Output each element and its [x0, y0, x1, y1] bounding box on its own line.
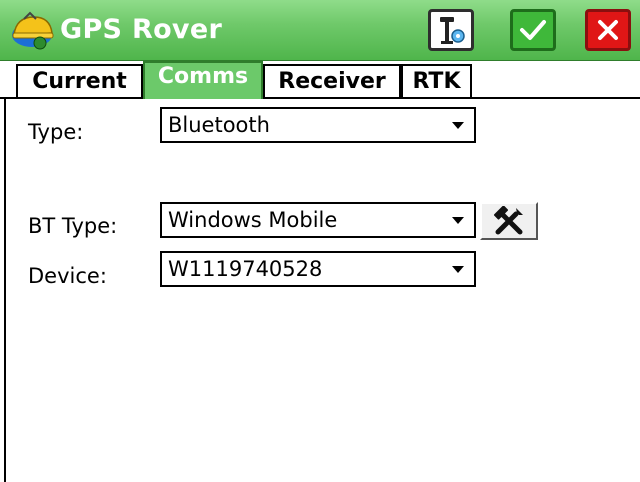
bt-type-value: Windows Mobile — [168, 208, 338, 232]
window-title: GPS Rover — [60, 14, 223, 45]
device-label: Device: — [28, 264, 107, 288]
chevron-down-icon — [452, 122, 464, 129]
tab-baseline — [0, 97, 640, 99]
close-button[interactable] — [585, 9, 631, 51]
accept-button[interactable] — [510, 9, 556, 51]
type-select[interactable]: Bluetooth — [160, 107, 476, 143]
hammer-wrench-icon — [493, 206, 523, 235]
chevron-down-icon — [452, 217, 464, 224]
chevron-down-icon — [452, 266, 464, 273]
checkmark-icon — [520, 20, 546, 40]
type-label: Type: — [28, 120, 84, 144]
title-bar: GPS Rover — [0, 0, 640, 61]
receiver-settings-button[interactable] — [428, 9, 474, 51]
bt-type-label: BT Type: — [28, 214, 118, 238]
tab-strip: Current Comms Receiver RTK — [0, 61, 640, 99]
close-icon — [598, 20, 618, 40]
tab-rtk[interactable]: RTK — [401, 64, 472, 97]
device-value: W1119740528 — [168, 257, 323, 281]
receiver-settings-icon — [440, 17, 465, 44]
type-value: Bluetooth — [168, 113, 270, 137]
tab-current[interactable]: Current — [16, 64, 143, 97]
bt-config-button[interactable] — [480, 202, 538, 240]
hardhat-satellite-icon — [12, 11, 54, 50]
tab-comms[interactable]: Comms — [143, 61, 263, 99]
panel-left-border — [4, 99, 6, 482]
device-select[interactable]: W1119740528 — [160, 251, 476, 287]
bt-type-select[interactable]: Windows Mobile — [160, 202, 476, 238]
tab-receiver[interactable]: Receiver — [263, 64, 401, 97]
